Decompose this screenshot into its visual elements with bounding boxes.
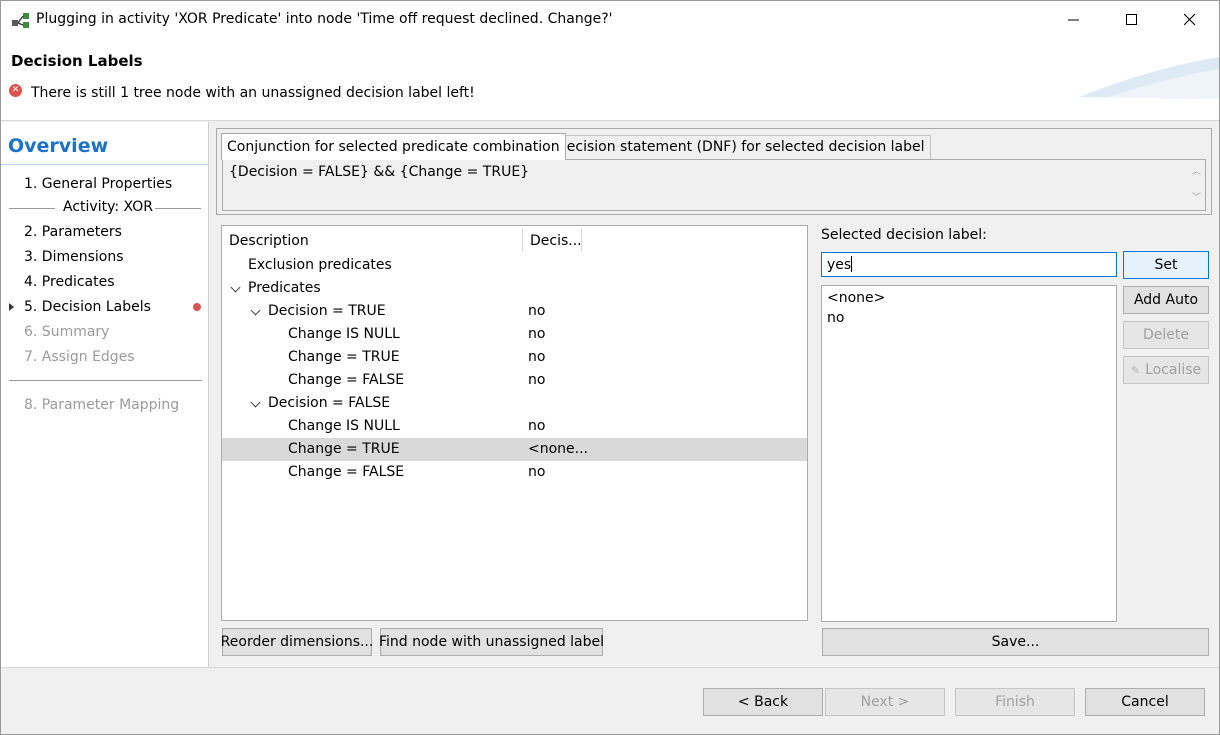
nav-sub-label: Activity: XOR xyxy=(63,199,153,215)
overview-divider xyxy=(1,164,208,165)
scroll-up-icon[interactable]: ︿ xyxy=(1192,164,1201,177)
tree-row-description: Change = FALSE xyxy=(288,372,405,388)
chevron-down-icon[interactable] xyxy=(230,282,241,293)
tree-row[interactable]: Change = FALSE no xyxy=(222,461,807,484)
title-bar: Plugging in activity 'XOR Predicate' int… xyxy=(1,1,1219,39)
localise-icon: ✎ xyxy=(1130,363,1141,377)
step-error-icon xyxy=(193,303,201,311)
conjunction-text: {Decision = FALSE} && {Change = TRUE} xyxy=(229,164,530,180)
current-step-arrow-icon xyxy=(9,303,14,311)
error-icon: ✕ xyxy=(9,84,22,97)
nav-item-parameters[interactable]: 2. Parameters xyxy=(24,224,122,240)
tab-dnf-statement[interactable]: Decision statement (DNF) for selected de… xyxy=(550,135,931,159)
tree-row[interactable]: Change IS NULL no xyxy=(222,415,807,438)
decision-label-list[interactable]: <none> no xyxy=(821,285,1117,622)
tree-row[interactable]: Exclusion predicates xyxy=(222,254,807,277)
nav-item-assign-edges[interactable]: 7. Assign Edges xyxy=(24,349,135,365)
nav-sub-line-right xyxy=(155,208,201,209)
tree-row[interactable]: Decision = TRUE no xyxy=(222,300,807,323)
tree-row-decision: no xyxy=(528,303,546,319)
tree-row-selected[interactable]: Change = TRUE <none... xyxy=(222,438,807,461)
column-separator[interactable] xyxy=(581,228,582,252)
conjunction-scrollbar[interactable]: ︿ ﹀ xyxy=(1188,160,1205,210)
tree-row[interactable]: Predicates xyxy=(222,277,807,300)
nav-item-dimensions[interactable]: 3. Dimensions xyxy=(24,249,124,265)
tree-row-decision: no xyxy=(528,349,546,365)
banner-decoration xyxy=(1079,57,1219,99)
error-message: There is still 1 tree node with an unass… xyxy=(31,85,475,101)
text-caret xyxy=(851,256,853,272)
nav-item-general-properties[interactable]: 1. General Properties xyxy=(24,176,172,192)
close-button[interactable] xyxy=(1161,1,1219,39)
tree-row-decision: no xyxy=(528,418,546,434)
tree-row-decision: no xyxy=(528,464,546,480)
delete-button[interactable]: Delete xyxy=(1123,321,1209,349)
main-panel: Conjunction for selected predicate combi… xyxy=(209,122,1219,667)
localise-label: Localise xyxy=(1145,362,1202,378)
tree-row-description: Decision = TRUE xyxy=(268,303,386,319)
nav-item-decision-labels[interactable]: 5. Decision Labels xyxy=(24,299,151,315)
list-item[interactable]: no xyxy=(827,310,844,326)
selected-label-caption: Selected decision label: xyxy=(821,227,987,243)
page-title: Decision Labels xyxy=(11,52,143,70)
tree-row[interactable]: Change IS NULL no xyxy=(222,323,807,346)
tree-row-description: Change = TRUE xyxy=(288,349,400,365)
nav-item-parameter-mapping[interactable]: 8. Parameter Mapping xyxy=(24,397,179,413)
nav-item-predicates[interactable]: 4. Predicates xyxy=(24,274,115,290)
decision-label-input-value: yes xyxy=(827,257,852,273)
reorder-dimensions-button[interactable]: Reorder dimensions... xyxy=(221,628,373,656)
scroll-down-icon[interactable]: ﹀ xyxy=(1192,190,1201,203)
tree-row[interactable]: Change = TRUE no xyxy=(222,346,807,369)
tree-row-description: Change = FALSE xyxy=(288,464,405,480)
save-button[interactable]: Save... xyxy=(822,628,1209,656)
tree-row[interactable]: Decision = FALSE xyxy=(222,392,807,415)
tree-row-description: Decision = FALSE xyxy=(268,395,391,411)
nav-overview-title: Overview xyxy=(8,135,109,157)
tree-row-description: Change = TRUE xyxy=(288,441,400,457)
localise-button[interactable]: ✎ Localise xyxy=(1123,356,1209,384)
finish-button[interactable]: Finish xyxy=(955,688,1075,716)
nav-item-summary[interactable]: 6. Summary xyxy=(24,324,109,340)
app-icon xyxy=(12,13,29,28)
cancel-button[interactable]: Cancel xyxy=(1085,688,1205,716)
nav-sub-header: Activity: XOR xyxy=(9,199,201,219)
decision-label-input[interactable]: yes xyxy=(821,252,1117,277)
wizard-header: Decision Labels ✕ There is still 1 tree … xyxy=(1,39,1219,121)
chevron-down-icon[interactable] xyxy=(250,305,261,316)
nav-separator xyxy=(9,380,202,381)
chevron-down-icon[interactable] xyxy=(250,397,261,408)
maximize-icon xyxy=(1126,14,1137,25)
tree-row[interactable]: Change = FALSE no xyxy=(222,369,807,392)
tree-row-description: Exclusion predicates xyxy=(248,257,392,273)
close-icon xyxy=(1184,14,1196,26)
nav-sub-line-left xyxy=(9,208,55,209)
minimize-icon xyxy=(1068,19,1079,21)
add-auto-button[interactable]: Add Auto xyxy=(1123,286,1209,314)
column-header-decision[interactable]: Decis... xyxy=(523,226,582,254)
wizard-nav: Overview 1. General Properties Activity:… xyxy=(1,122,209,667)
statement-tabs: Conjunction for selected predicate combi… xyxy=(216,128,1212,215)
maximize-button[interactable] xyxy=(1103,1,1161,39)
tree-row-description: Change IS NULL xyxy=(288,326,400,342)
wizard-button-bar: < Back Next > Finish Cancel xyxy=(1,667,1219,734)
conjunction-textbox[interactable]: {Decision = FALSE} && {Change = TRUE} ︿ … xyxy=(222,159,1206,211)
tree-row-decision: no xyxy=(528,326,546,342)
tree-row-description: Change IS NULL xyxy=(288,418,400,434)
tree-row-description: Predicates xyxy=(248,280,321,296)
list-item[interactable]: <none> xyxy=(827,290,885,306)
column-header-description[interactable]: Description xyxy=(222,226,522,254)
find-unassigned-button[interactable]: Find node with unassigned label xyxy=(379,628,604,656)
tree-row-decision: no xyxy=(528,372,546,388)
set-button[interactable]: Set xyxy=(1123,251,1209,279)
predicate-tree-table[interactable]: Description Decis... Exclusion predicate… xyxy=(221,225,808,621)
tree-row-decision: <none... xyxy=(528,441,589,457)
tab-conjunction[interactable]: Conjunction for selected predicate combi… xyxy=(221,133,566,160)
minimize-button[interactable] xyxy=(1045,1,1103,39)
window-title: Plugging in activity 'XOR Predicate' int… xyxy=(36,11,613,27)
next-button[interactable]: Next > xyxy=(825,688,945,716)
wizard-window: Plugging in activity 'XOR Predicate' int… xyxy=(0,0,1220,735)
back-button[interactable]: < Back xyxy=(703,688,823,716)
